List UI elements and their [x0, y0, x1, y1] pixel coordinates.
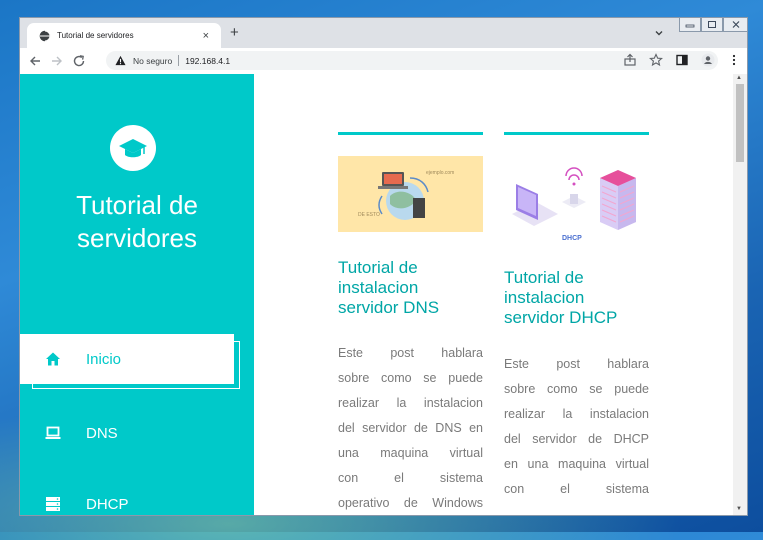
nav-item-dhcp[interactable]: DHCP — [20, 479, 254, 515]
url-text[interactable]: 192.168.4.1 — [185, 56, 230, 66]
post-excerpt-dhcp: Este post hablara sobre como se puede re… — [504, 352, 649, 502]
nav-item-dns[interactable]: DNS — [20, 408, 254, 458]
side-panel-icon[interactable] — [675, 53, 689, 67]
browser-tab[interactable]: Tutorial de servidores × — [27, 23, 221, 48]
toolbar-actions — [623, 53, 747, 67]
minimize-icon — [685, 24, 695, 27]
profile-avatar-icon[interactable] — [701, 53, 715, 67]
address-divider — [178, 55, 180, 66]
post-title-line: servidor DNS — [338, 298, 440, 317]
post-accent-bar — [338, 132, 483, 135]
minimize-button[interactable] — [679, 18, 701, 32]
site-title-line-2: servidores — [77, 223, 197, 253]
tab-search-chevron-icon[interactable] — [653, 27, 665, 39]
tab-close-icon[interactable]: × — [203, 30, 209, 42]
thumb-label-dhcp: DHCP — [562, 235, 582, 242]
excerpt-line: del servidor de DHCP — [504, 432, 649, 446]
tab-title: Tutorial de servidores — [57, 31, 134, 40]
nav-item-inicio[interactable]: Inicio — [20, 334, 240, 389]
post-title-dhcp[interactable]: Tutorial de instalacion servidor DHCP — [504, 268, 649, 328]
thumb-text-1: DE ESTO — [358, 212, 380, 218]
excerpt-line: con el sistema — [338, 471, 483, 485]
nav-label-inicio: Inicio — [86, 350, 122, 368]
graduation-cap-icon — [119, 139, 147, 158]
excerpt-line: una maquina virtual — [338, 446, 483, 460]
post-title-dns[interactable]: Tutorial de instalacion servidor DNS — [338, 258, 483, 318]
post-title-line: instalacion — [504, 288, 585, 307]
main-content: DE ESTO ejemplo.com Tutorial de instalac… — [254, 74, 733, 515]
window-controls — [679, 18, 747, 32]
excerpt-line: con el sistema — [504, 482, 649, 496]
maximize-icon — [708, 21, 716, 28]
excerpt-line: sobre como se puede — [504, 382, 649, 396]
post-title-line: servidor DHCP — [504, 308, 618, 327]
home-icon — [46, 352, 60, 366]
post-title-line: Tutorial de — [504, 268, 584, 287]
nav-label-dhcp: DHCP — [86, 495, 129, 513]
scroll-down-arrow-icon[interactable]: ▼ — [736, 506, 742, 512]
bookmark-star-icon[interactable] — [649, 53, 663, 67]
browser-toolbar: No seguro 192.168.4.1 — [20, 48, 747, 75]
page-scrollbar[interactable]: ▲ ▼ — [733, 74, 747, 515]
site-title-line-1: Tutorial de — [76, 190, 198, 220]
server-icon — [46, 497, 60, 511]
reload-icon[interactable] — [72, 54, 86, 68]
insecure-label[interactable]: No seguro — [133, 56, 172, 66]
excerpt-line: realizar la instalacion — [504, 407, 649, 421]
close-button[interactable] — [723, 18, 747, 32]
scroll-up-arrow-icon[interactable]: ▲ — [736, 75, 742, 81]
site-title: Tutorial de servidores — [20, 189, 254, 255]
post-card-dns: DE ESTO ejemplo.com Tutorial de instalac… — [338, 132, 483, 515]
back-arrow-icon[interactable] — [28, 54, 42, 68]
post-title-line: Tutorial de — [338, 258, 418, 277]
post-title-line: instalacion — [338, 278, 419, 297]
page-viewport: Tutorial de servidores Inicio DNS DHCP D… — [20, 74, 747, 515]
new-tab-button[interactable]: + — [230, 24, 239, 41]
kebab-menu-icon[interactable] — [727, 53, 741, 67]
post-accent-bar — [504, 132, 649, 135]
share-icon[interactable] — [623, 53, 637, 67]
tab-strip: Tutorial de servidores × + — [20, 18, 747, 48]
excerpt-line: sobre como se puede — [338, 371, 483, 385]
post-thumbnail-dhcp[interactable]: DHCP — [504, 159, 649, 250]
laptop-icon — [45, 426, 61, 439]
globe-icon — [39, 30, 51, 41]
maximize-button[interactable] — [701, 18, 723, 32]
excerpt-line: Este post hablara — [338, 346, 483, 360]
warning-triangle-icon[interactable] — [115, 55, 126, 66]
thumb-text-2: ejemplo.com — [426, 170, 454, 176]
excerpt-line: en una maquina virtual — [504, 457, 649, 471]
site-logo — [110, 125, 156, 171]
close-icon — [732, 21, 740, 28]
excerpt-line: Este post hablara — [504, 357, 649, 371]
post-thumbnail-dns[interactable]: DE ESTO ejemplo.com — [338, 156, 483, 232]
forward-arrow-icon[interactable] — [50, 54, 64, 68]
nav-label-dns: DNS — [86, 424, 118, 442]
post-card-dhcp: DHCP Tutorial de instalacion servidor DH… — [504, 132, 649, 502]
scrollbar-thumb[interactable] — [736, 84, 744, 162]
excerpt-line: del servidor de DNS en — [338, 421, 483, 435]
post-excerpt-dns: Este post hablara sobre como se puede re… — [338, 341, 483, 515]
browser-window: Tutorial de servidores × + No seguro 192… — [19, 17, 748, 516]
excerpt-line: operativo de Windows — [338, 496, 483, 510]
excerpt-line: realizar la instalacion — [338, 396, 483, 410]
sidebar: Tutorial de servidores Inicio DNS DHCP — [20, 74, 254, 515]
